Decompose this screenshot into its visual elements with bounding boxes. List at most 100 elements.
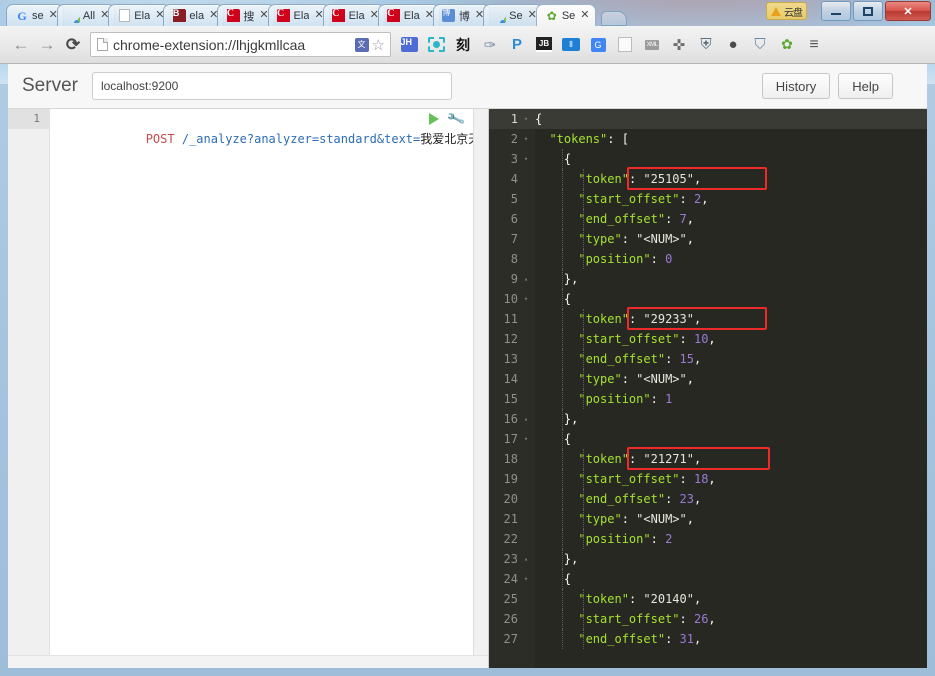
json-punct: :: [679, 472, 694, 486]
json-key: "start_offset": [578, 332, 680, 346]
translate-icon[interactable]: 文: [354, 37, 369, 52]
maximize-button[interactable]: [853, 1, 883, 21]
indent-guide: [583, 229, 584, 249]
puzzle-extension-icon[interactable]: ✜: [666, 32, 692, 58]
indent-guide: [562, 509, 563, 529]
browser-tab[interactable]: All ✕: [56, 4, 116, 26]
minimize-button[interactable]: [821, 1, 851, 21]
line-number-text: 2: [510, 132, 518, 146]
blue-tag-icon[interactable]: ⦀: [558, 32, 584, 58]
pen-note-icon[interactable]: ✑: [477, 32, 503, 58]
json-key: "position": [578, 392, 651, 406]
browser-tab[interactable]: C Ela ✕: [322, 4, 385, 26]
flower-icon: [492, 9, 507, 23]
google-translate-icon[interactable]: G: [585, 32, 611, 58]
title-bar: Gse ✕ All ✕ Ela ✕ Bela ✕ C 搜 ✕ C Ela ✕ C Ela ✕ C Ela ✕ 博博 ✕ Se…: [0, 0, 935, 26]
request-vertical-scrollbar[interactable]: [473, 109, 488, 668]
json-key: "type": [578, 232, 622, 246]
line-number-text: 5: [510, 192, 518, 206]
close-button[interactable]: ✕: [885, 1, 931, 21]
globe-icon[interactable]: ●: [720, 32, 746, 58]
line-number-text: 8: [510, 252, 518, 266]
browser-tab[interactable]: Bela ✕: [163, 4, 225, 26]
json-punct: ,: [708, 472, 716, 486]
request-horizontal-scrollbar[interactable]: [8, 655, 488, 668]
response-line-number: 11: [489, 309, 535, 329]
chrome-menu-icon[interactable]: ≡: [801, 32, 827, 58]
bookmark-star-icon[interactable]: ☆: [372, 36, 385, 54]
help-button[interactable]: Help: [838, 73, 893, 99]
screenshot-camera-icon[interactable]: [423, 32, 449, 58]
response-code-line: "token": "25105",: [535, 169, 927, 189]
fold-toggle-icon[interactable]: ▴: [521, 549, 531, 569]
v-shield-icon[interactable]: ⛉: [747, 32, 773, 58]
json-punct: ,: [693, 592, 702, 606]
fold-toggle-icon[interactable]: ▾: [521, 429, 531, 449]
new-tab-button[interactable]: [600, 11, 627, 26]
json-punct: :: [665, 492, 680, 506]
json-num: 18: [693, 472, 709, 486]
toolbar-actions: History Help: [761, 73, 913, 99]
browser-tab[interactable]: Gse ✕: [6, 4, 64, 26]
response-line-number: 3 ▾: [489, 149, 535, 169]
json-punct: ,: [686, 232, 694, 246]
response-line-number: 19: [489, 469, 535, 489]
line-number-text: 10: [503, 292, 518, 306]
browser-window: Gse ✕ All ✕ Ela ✕ Bela ✕ C 搜 ✕ C Ela ✕ C Ela ✕ C Ela ✕ 博博 ✕ Se…: [0, 0, 935, 676]
fold-toggle-icon[interactable]: ▴: [521, 409, 531, 429]
wrench-settings-icon[interactable]: 🔧: [446, 109, 467, 129]
indent-guide: [562, 449, 563, 469]
response-output-pane[interactable]: 1 ▾ 2 ▾ 3 ▾ 4 5 6 7 8 9 ▴ 10 ▾ 11 12 13 14 15 16 ▴ 17 ▾ 18 19 20 21…: [489, 109, 927, 668]
json-num: 23: [679, 492, 694, 506]
response-line-number: 5: [489, 189, 535, 209]
response-code-line: "position": 2: [535, 529, 927, 549]
jetbrains-jb-icon[interactable]: JB: [531, 32, 557, 58]
browser-tab[interactable]: C 搜 ✕: [217, 4, 275, 26]
fold-toggle-icon[interactable]: ▾: [521, 149, 531, 169]
tab-close-icon[interactable]: ✕: [580, 10, 589, 21]
json-punct: {: [535, 152, 572, 166]
sogou-c-icon: C: [277, 9, 291, 23]
pocket-p-icon[interactable]: P: [504, 32, 530, 58]
json-punct: ,: [686, 512, 694, 526]
system-tray-indicator[interactable]: 云盘: [766, 2, 807, 20]
tab-title: All: [82, 9, 96, 22]
fold-toggle-icon[interactable]: ▾: [521, 129, 531, 149]
json-punct: :: [650, 252, 666, 266]
browser-tab[interactable]: Ela ✕: [108, 4, 171, 26]
fold-toggle-icon[interactable]: ▾: [521, 569, 531, 589]
back-button[interactable]: ←: [8, 32, 34, 58]
response-line-number: 9 ▴: [489, 269, 535, 289]
browser-tab[interactable]: 博博 ✕: [432, 4, 491, 26]
fold-toggle-icon[interactable]: ▴: [521, 269, 531, 289]
fold-toggle-icon[interactable]: ▾: [521, 289, 531, 309]
json-punct: },: [535, 272, 579, 286]
reload-button[interactable]: ⟳: [60, 32, 86, 58]
json-punct: [535, 172, 578, 186]
ke-calligraphy-icon[interactable]: 刻: [450, 32, 476, 58]
response-code-line: "start_offset": 2,: [535, 189, 927, 209]
browser-tab[interactable]: C Ela ✕: [377, 4, 440, 26]
browser-tab[interactable]: C Ela ✕: [267, 4, 330, 26]
circle-page-icon[interactable]: [612, 32, 638, 58]
xml-icon[interactable]: XML: [639, 32, 665, 58]
shield-icon[interactable]: ⛨: [693, 32, 719, 58]
address-bar[interactable]: chrome-extension://lhjgkmllcaa 文 ☆: [90, 32, 391, 57]
browser-tab[interactable]: ✿ Se ✕: [535, 4, 596, 26]
json-str: "25105": [643, 172, 694, 186]
leaf-icon: ✿: [546, 8, 557, 23]
server-input[interactable]: localhost:9200: [91, 72, 452, 100]
jh-extension-icon[interactable]: JH: [396, 32, 422, 58]
history-button[interactable]: History: [761, 73, 831, 99]
browser-tab[interactable]: Se ✕: [483, 4, 543, 26]
indent-guide: [583, 189, 584, 209]
leaf-icon[interactable]: ✿: [774, 32, 800, 58]
response-code-line: "start_offset": 18,: [535, 469, 927, 489]
json-punct: {: [535, 292, 572, 306]
json-punct: {: [535, 432, 572, 446]
fold-toggle-icon[interactable]: ▾: [521, 109, 531, 129]
request-editor-pane[interactable]: 1 POST /_analyze?analyzer=standard&text=…: [8, 109, 489, 668]
request-code-area[interactable]: POST /_analyze?analyzer=standard&text=我爱…: [51, 109, 488, 668]
send-request-play-icon[interactable]: [428, 113, 439, 125]
forward-button[interactable]: →: [34, 32, 60, 58]
